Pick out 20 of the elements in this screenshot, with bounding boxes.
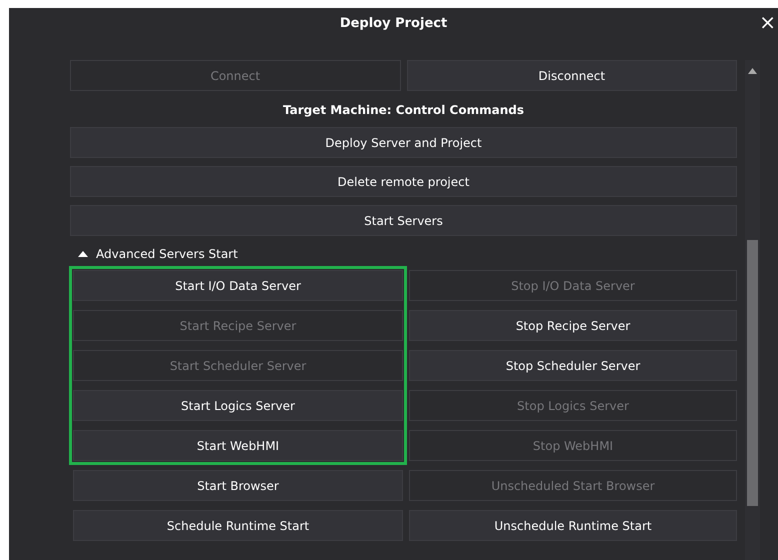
scroll-up-icon	[748, 68, 757, 74]
command-button[interactable]: Deploy Server and Project	[70, 127, 737, 158]
scrollbar[interactable]	[745, 60, 760, 560]
start-button[interactable]: Start WebHMI	[73, 430, 403, 461]
stop-button[interactable]: Stop Recipe Server	[409, 310, 737, 341]
collapse-arrow-icon	[78, 251, 88, 257]
close-button[interactable]: ×	[757, 12, 778, 32]
section-heading: Target Machine: Control Commands	[282, 103, 525, 117]
start-button[interactable]: Start Browser	[73, 470, 403, 501]
command-button[interactable]: Delete remote project	[70, 166, 737, 197]
start-button[interactable]: Start Logics Server	[73, 390, 403, 421]
command-button[interactable]: Start Servers	[70, 205, 737, 236]
disconnect-button[interactable]: Disconnect	[406, 60, 737, 91]
stop-button[interactable]: Unschedule Runtime Start	[409, 510, 737, 541]
scroll-thumb[interactable]	[747, 240, 758, 506]
section-toggle[interactable]: Advanced Servers Start	[70, 244, 737, 264]
start-button[interactable]: Start I/O Data Server	[73, 270, 403, 301]
window-title: Deploy Project	[340, 16, 448, 30]
start-button[interactable]: Schedule Runtime Start	[73, 510, 403, 541]
stop-button[interactable]: Stop Scheduler Server	[409, 350, 737, 381]
